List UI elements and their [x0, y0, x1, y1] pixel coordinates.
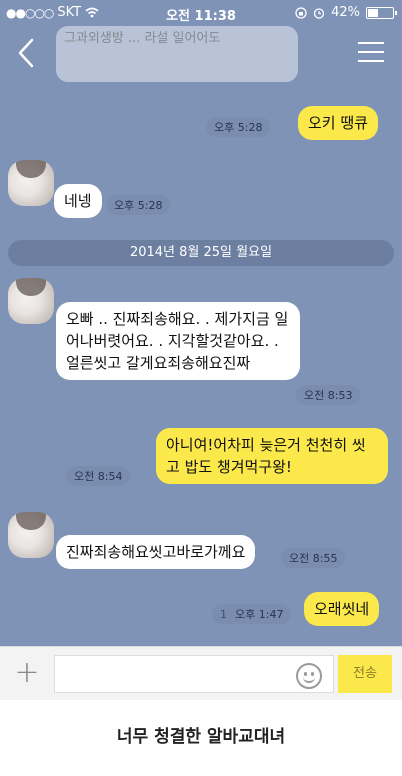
- message-input-bar: + 전송: [0, 646, 402, 700]
- other-message-bubble[interactable]: 진짜죄송해요씻고바로가께요: [56, 535, 256, 569]
- message-input[interactable]: [54, 655, 334, 693]
- chat-header: [0, 26, 402, 82]
- image-caption: 너무 청결한 알바교대녀: [116, 727, 286, 747]
- message-time: 오전 8:54: [66, 466, 131, 486]
- plus-icon[interactable]: +: [12, 658, 42, 689]
- battery-icon: [366, 6, 397, 19]
- avatar[interactable]: [8, 278, 54, 324]
- rotation-lock-icon: [295, 6, 307, 19]
- my-message-bubble[interactable]: 오키 땡큐: [298, 106, 378, 140]
- date-divider: 2014년 8월 25일 월요일: [8, 240, 394, 266]
- my-message-bubble[interactable]: 아니여!어차피 늦은거 천천히 씻고 밥도 챙겨먹구왕!: [156, 428, 388, 484]
- message-time: 오전 8:53: [296, 385, 361, 405]
- emoji-icon[interactable]: [296, 663, 322, 689]
- message-time: 오후 5:28: [106, 195, 171, 215]
- other-message-bubble[interactable]: 오빠 .. 진짜죄송해요. . 제가지금 일어나버렷어요. . 지각할것같아요.…: [56, 302, 300, 380]
- message-time: 오전 8:55: [281, 548, 346, 568]
- message-time: 오후 5:28: [206, 117, 271, 137]
- unread-count: 1: [220, 608, 227, 621]
- battery-percent: 42%: [331, 5, 360, 20]
- chat-screen: ●●○○○ SKT 오전 11:38 42% 그과외생방 ... 라설 일어어도: [0, 0, 402, 700]
- message-time-with-unread: 1 오후 1:47: [212, 604, 292, 624]
- avatar[interactable]: [8, 160, 54, 206]
- my-message-bubble[interactable]: 오래씻네: [304, 592, 380, 626]
- status-bar: ●●○○○ SKT 오전 11:38 42%: [0, 0, 402, 26]
- alarm-icon: [313, 7, 325, 19]
- other-message-bubble[interactable]: 네넹: [54, 184, 102, 218]
- send-button[interactable]: 전송: [338, 655, 392, 693]
- message-time-text: 오후 1:47: [235, 608, 284, 621]
- chevron-left-icon[interactable]: [12, 36, 42, 70]
- hamburger-menu-icon[interactable]: [358, 42, 384, 64]
- avatar[interactable]: [8, 512, 54, 558]
